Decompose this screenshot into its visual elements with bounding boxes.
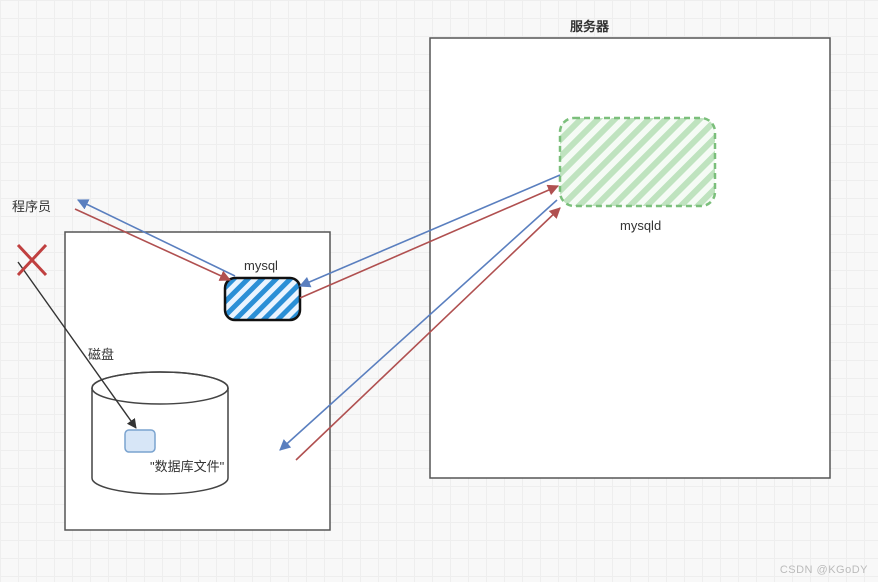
programmer-label: 程序员	[12, 196, 51, 215]
disk-cylinder	[92, 372, 228, 494]
mysqld-node	[560, 118, 715, 206]
server-container	[430, 38, 830, 478]
dbfile-label: "数据库文件"	[150, 456, 224, 475]
mysql-label: mysql	[244, 258, 278, 273]
disk-label: 磁盘	[88, 344, 114, 363]
watermark-text: CSDN @KGoDY	[780, 564, 868, 576]
mysql-node	[225, 278, 300, 320]
mysqld-label: mysqld	[620, 218, 661, 233]
dbfile-rect	[125, 430, 155, 452]
server-title-label: 服务器	[570, 16, 609, 35]
diagram-canvas	[0, 0, 878, 582]
cross-mark-icon	[18, 245, 46, 275]
